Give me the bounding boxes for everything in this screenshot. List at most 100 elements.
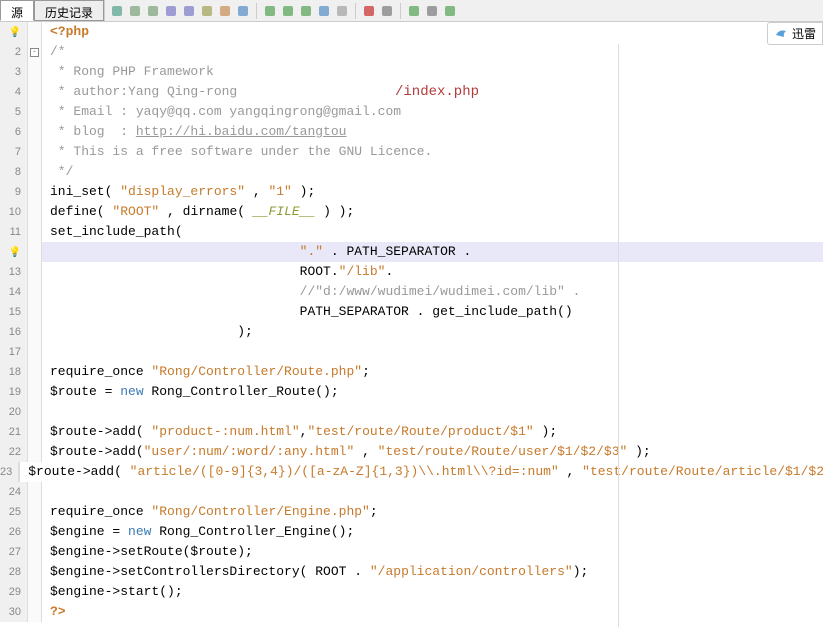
code-content[interactable]: ); (42, 322, 823, 342)
code-line[interactable]: 8 */ (0, 162, 823, 182)
code-line[interactable]: 💡 <?php (0, 22, 823, 42)
code-line[interactable]: 9 ini_set( "display_errors" , "1" ); (0, 182, 823, 202)
highlight-icon[interactable] (217, 3, 233, 19)
code-content[interactable]: <?php (42, 22, 823, 42)
code-content[interactable]: ?> (42, 602, 823, 622)
code-line[interactable]: 💡 "." . PATH_SEPARATOR . (0, 242, 823, 262)
code-line[interactable]: 14 //"d:/www/wudimei/wudimei.com/lib" . (0, 282, 823, 302)
code-line[interactable]: 15 PATH_SEPARATOR . get_include_path() (0, 302, 823, 322)
badge-label: 迅雷 (792, 25, 816, 42)
code-line[interactable]: 16 ); (0, 322, 823, 342)
code-line[interactable]: 26 $engine = new Rong_Controller_Engine()… (0, 522, 823, 542)
code-content[interactable] (42, 342, 823, 362)
code-content[interactable]: * blog : http://hi.baidu.com/tangtou (42, 122, 823, 142)
code-line[interactable]: 13 ROOT."/lib". (0, 262, 823, 282)
code-line[interactable]: 23$route->add( "article/([0-9]{3,4})/([a… (0, 462, 823, 482)
code-content[interactable]: require_once "Rong/Controller/Engine.php… (42, 502, 823, 522)
code-content[interactable]: * Rong PHP Framework (42, 62, 823, 82)
code-content[interactable]: //"d:/www/wudimei/wudimei.com/lib" . (42, 282, 823, 302)
code-line[interactable]: 18require_once "Rong/Controller/Route.ph… (0, 362, 823, 382)
next-icon[interactable] (145, 3, 161, 19)
code-content[interactable]: $route->add("user/:num/:word/:any.html" … (42, 442, 823, 462)
step-over-icon[interactable] (298, 3, 314, 19)
code-line[interactable]: 3 * Rong PHP Framework (0, 62, 823, 82)
code-content[interactable]: * Email : yaqy@qq.com yangqingrong@gmail… (42, 102, 823, 122)
code-content[interactable]: PATH_SEPARATOR . get_include_path() (42, 302, 823, 322)
code-line[interactable]: 24 (0, 482, 823, 502)
line-number: 10 (0, 202, 28, 222)
code-line[interactable]: 21$route->add( "product-:num.html","test… (0, 422, 823, 442)
fold-gutter (28, 382, 42, 402)
code-content[interactable]: $route = new Rong_Controller_Route(); (42, 382, 823, 402)
fold-gutter (28, 202, 42, 222)
code-content[interactable]: * This is a free software under the GNU … (42, 142, 823, 162)
prev-icon[interactable] (127, 3, 143, 19)
line-number: 5 (0, 102, 28, 122)
list-icon[interactable] (424, 3, 440, 19)
code-line[interactable]: 28 $engine->setControllersDirectory( ROOT… (0, 562, 823, 582)
code-content[interactable]: $engine->start(); (42, 582, 823, 602)
code-line[interactable]: 10 define( "ROOT" , dirname( __FILE__ ) )… (0, 202, 823, 222)
code-editor[interactable]: 💡<?php2-/*3 * Rong PHP Framework4 * auth… (0, 22, 823, 622)
db-icon[interactable] (442, 3, 458, 19)
code-content[interactable]: ini_set( "display_errors" , "1" ); (42, 182, 823, 202)
code-content[interactable]: $engine = new Rong_Controller_Engine(); (42, 522, 823, 542)
code-line[interactable]: 27$engine->setRoute($route); (0, 542, 823, 562)
code-line[interactable]: 6 * blog : http://hi.baidu.com/tangtou (0, 122, 823, 142)
find-icon[interactable] (163, 3, 179, 19)
line-number: 28 (0, 562, 28, 582)
code-content[interactable]: $route->add( "product-:num.html","test/r… (42, 422, 823, 442)
filepath-overlay: /index.php (395, 84, 479, 100)
thunder-badge[interactable]: 迅雷 (767, 22, 823, 45)
line-number: 26 (0, 522, 28, 542)
refresh-icon[interactable] (109, 3, 125, 19)
code-content[interactable]: ROOT."/lib". (42, 262, 823, 282)
code-content[interactable]: $engine->setControllersDirectory( ROOT .… (42, 562, 823, 582)
line-number: 7 (0, 142, 28, 162)
something-icon[interactable] (199, 3, 215, 19)
tab-history[interactable]: 历史记录 (34, 0, 104, 21)
line-number: 23 (0, 462, 19, 482)
code-line[interactable]: 5 * Email : yaqy@qq.com yangqingrong@gma… (0, 102, 823, 122)
code-line[interactable]: 7 * This is a free software under the GN… (0, 142, 823, 162)
code-line[interactable]: 11set_include_path( (0, 222, 823, 242)
fold-gutter (28, 542, 42, 562)
code-content[interactable] (42, 402, 823, 422)
code-content[interactable]: $route->add( "article/([0-9]{3,4})/([a-z… (20, 462, 823, 482)
code-line[interactable]: 30?> (0, 602, 823, 622)
fold-minus-icon[interactable]: - (30, 48, 39, 57)
stop-icon[interactable] (379, 3, 395, 19)
code-content[interactable] (42, 482, 823, 502)
code-content[interactable]: $engine->setRoute($route); (42, 542, 823, 562)
fold-gutter (28, 82, 42, 102)
fold-gutter (19, 462, 20, 482)
line-number: 9 (0, 182, 28, 202)
step-down-icon[interactable] (280, 3, 296, 19)
line-number: 💡 (0, 22, 28, 42)
code-line[interactable]: 29$engine->start(); (0, 582, 823, 602)
code-content[interactable]: "." . PATH_SEPARATOR . (42, 242, 823, 262)
wrap-icon[interactable] (235, 3, 251, 19)
code-content[interactable]: define( "ROOT" , dirname( __FILE__ ) ); (42, 202, 823, 222)
code-line[interactable]: 17 (0, 342, 823, 362)
code-line[interactable]: 22 $route->add("user/:num/:word/:any.html… (0, 442, 823, 462)
step-up-icon[interactable] (262, 3, 278, 19)
bookmark-icon[interactable] (316, 3, 332, 19)
fold-gutter (28, 322, 42, 342)
code-content[interactable]: require_once "Rong/Controller/Route.php"… (42, 362, 823, 382)
code-line[interactable]: 19$route = new Rong_Controller_Route(); (0, 382, 823, 402)
record-icon[interactable] (361, 3, 377, 19)
fold-gutter[interactable]: - (28, 42, 42, 62)
comment-icon[interactable] (334, 3, 350, 19)
code-line[interactable]: 20 (0, 402, 823, 422)
fold-gutter (28, 502, 42, 522)
code-content[interactable]: set_include_path( (42, 222, 823, 242)
code-content[interactable]: */ (42, 162, 823, 182)
code-line[interactable]: 25require_once "Rong/Controller/Engine.p… (0, 502, 823, 522)
replace-icon[interactable] (181, 3, 197, 19)
code-line[interactable]: 2-/* (0, 42, 823, 62)
play-icon[interactable] (406, 3, 422, 19)
tab-source[interactable]: 源 (0, 0, 34, 21)
code-content[interactable]: /* (42, 42, 823, 62)
line-number: 22 (0, 442, 28, 462)
